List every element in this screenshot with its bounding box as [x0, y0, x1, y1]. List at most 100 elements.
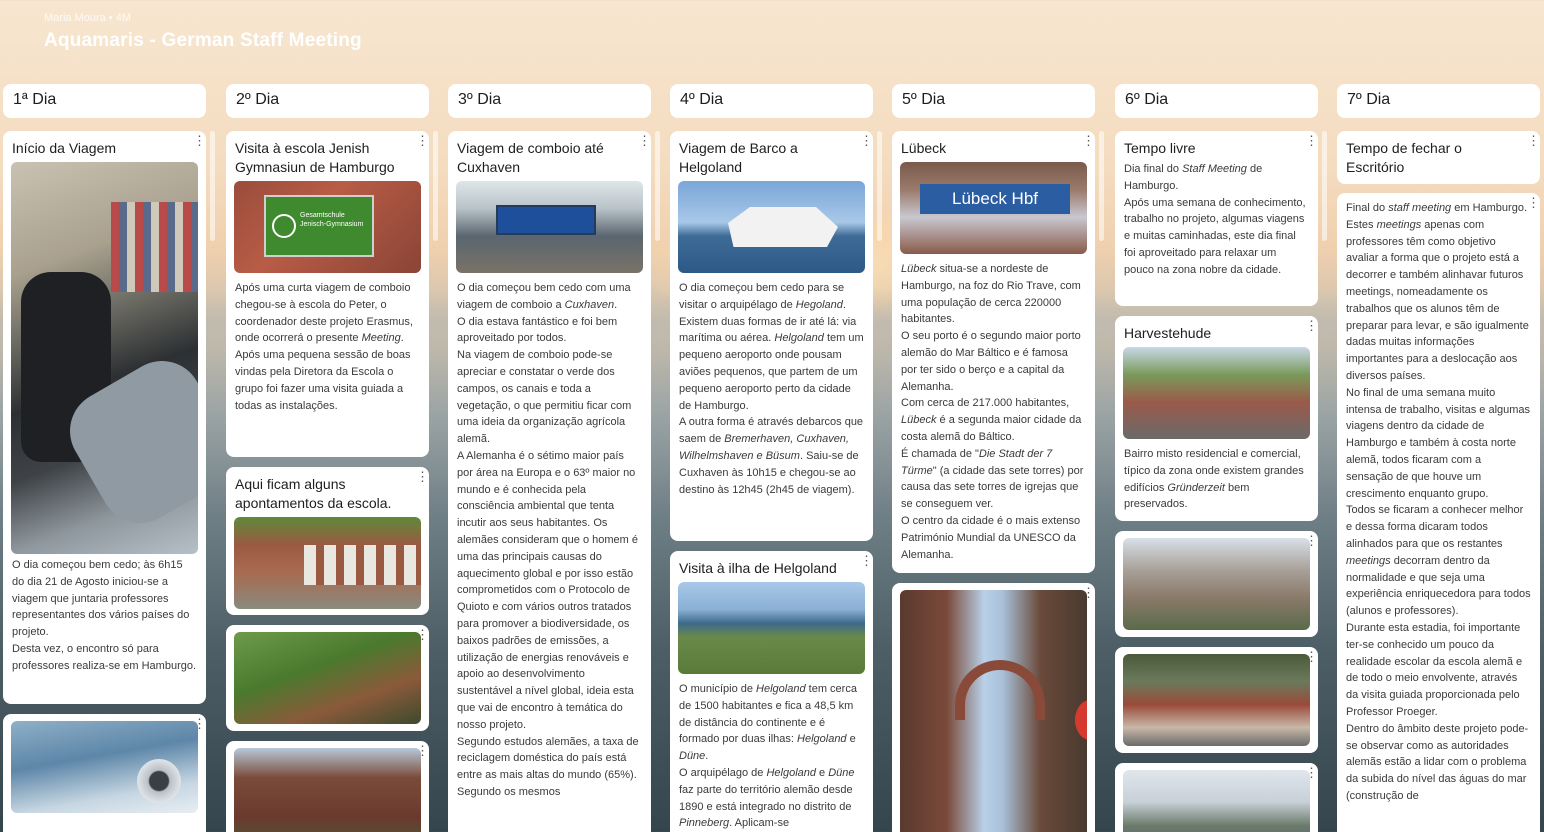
- post-body: O município de Helgoland tem cerca de 15…: [678, 681, 865, 832]
- photo-school-garden[interactable]: [234, 632, 421, 724]
- post-card[interactable]: ⋮ Início da Viagem O dia começou bem ced…: [3, 131, 206, 704]
- post-body: Bairro misto residencial e comercial, tí…: [1123, 446, 1310, 513]
- board-header: Maria Moura • 4M Aquamaris - German Staf…: [44, 12, 362, 52]
- paragraph: Todos se ficaram a conhecer melhor e des…: [1346, 504, 1531, 618]
- photo-ship[interactable]: [678, 181, 865, 273]
- post-card[interactable]: ⋮: [226, 625, 429, 731]
- paragraph: No final de uma semana muito intensa de …: [1346, 386, 1531, 500]
- photo-school-building[interactable]: [234, 517, 421, 609]
- post-card[interactable]: ⋮: [892, 583, 1095, 832]
- photo-backpack-airport[interactable]: [11, 162, 198, 554]
- photo-train-board[interactable]: [456, 181, 643, 273]
- post-card[interactable]: ⋮ Visita à escola Jenish Gymnasiun de Ha…: [226, 131, 429, 457]
- column-title[interactable]: 6º Dia: [1115, 84, 1318, 118]
- paragraph: O dia começou bem cedo para se visitar o…: [679, 282, 864, 412]
- paragraph: Bairro misto residencial e comercial, tí…: [1124, 448, 1304, 511]
- paragraph: O seu porto é o segundo maior porto alem…: [901, 330, 1081, 393]
- post-card[interactable]: ⋮ Final do staff meeting em Hamburgo. Es…: [1337, 193, 1540, 832]
- paragraph: O dia começou bem cedo; às 6h15 do dia 2…: [12, 559, 190, 639]
- paragraph: Desta vez, o encontro só para professore…: [12, 642, 197, 672]
- photo-school-sign[interactable]: Gesamtschule Jenisch-Gymnasium: [234, 181, 421, 273]
- paragraph: Final do staff meeting em Hamburgo.: [1346, 202, 1527, 214]
- scrollbar[interactable]: [655, 131, 660, 241]
- scrollbar[interactable]: [210, 131, 215, 241]
- post-title: Visita à ilha de Helgoland: [679, 560, 837, 576]
- column-title[interactable]: 2º Dia: [226, 84, 429, 118]
- paragraph: O dia estava fantástico e foi bem aprove…: [457, 315, 618, 345]
- more-vertical-icon[interactable]: ⋮: [638, 134, 651, 147]
- post-title: Viagem de Barco a Helgoland: [679, 140, 798, 175]
- photo-helgoland-island[interactable]: [678, 582, 865, 674]
- windows: [304, 545, 421, 585]
- post-body: Após uma curta viagem de comboio chegou-…: [234, 280, 421, 414]
- more-vertical-icon[interactable]: ⋮: [860, 134, 873, 147]
- departure-board: [496, 205, 596, 235]
- paragraph: Após uma curta viagem de comboio chegou-…: [235, 282, 413, 345]
- post-card[interactable]: ⋮: [1115, 647, 1318, 753]
- more-vertical-icon[interactable]: ⋮: [1305, 134, 1318, 147]
- column-day-5: 5º Dia ⋮ Lübeck Lübeck Hbf Lübeck situa-…: [892, 84, 1095, 832]
- more-vertical-icon[interactable]: ⋮: [860, 554, 873, 567]
- scrollbar[interactable]: [1099, 131, 1104, 241]
- photo-school-house[interactable]: [234, 748, 421, 832]
- photo-market[interactable]: [1123, 654, 1310, 746]
- post-title: Início da Viagem: [12, 140, 117, 156]
- arch-shape: [955, 660, 1045, 720]
- board-owner[interactable]: Maria Moura • 4M: [44, 12, 362, 24]
- post-body: Dia final do Staff Meeting de Hamburgo. …: [1123, 161, 1310, 279]
- more-vertical-icon[interactable]: ⋮: [416, 470, 429, 483]
- post-title: Aqui ficam alguns apontamentos da escola…: [235, 476, 392, 511]
- column-title[interactable]: 4º Dia: [670, 84, 873, 118]
- more-vertical-icon[interactable]: ⋮: [1527, 196, 1540, 209]
- post-title: Tempo livre: [1124, 140, 1196, 156]
- column-title[interactable]: 1ª Dia: [3, 84, 206, 118]
- more-vertical-icon[interactable]: ⋮: [416, 134, 429, 147]
- post-title: Harvestehude: [1124, 325, 1212, 341]
- post-card[interactable]: ⋮ Aqui ficam alguns apontamentos da esco…: [226, 467, 429, 615]
- scrollbar[interactable]: [877, 131, 882, 241]
- photo-harvestehude-buildings[interactable]: [1123, 538, 1310, 630]
- photo-lubeck-alley[interactable]: [900, 590, 1087, 832]
- post-card[interactable]: ⋮: [3, 714, 206, 832]
- paragraph: O município de Helgoland tem cerca de 15…: [679, 683, 857, 763]
- post-card[interactable]: ⋮ Lübeck Lübeck Hbf Lübeck situa-se a no…: [892, 131, 1095, 573]
- more-vertical-icon[interactable]: ⋮: [193, 134, 206, 147]
- post-card[interactable]: ⋮ Viagem de Barco a Helgoland O dia come…: [670, 131, 873, 541]
- post-card[interactable]: ⋮ Viagem de comboio até Cuxhaven O dia c…: [448, 131, 651, 832]
- column-day-1: 1ª Dia ⋮ Início da Viagem O dia começou …: [3, 84, 206, 832]
- paragraph: A outra forma é através debarcos que sae…: [679, 416, 864, 496]
- post-card[interactable]: ⋮: [1115, 763, 1318, 832]
- post-card[interactable]: ⋮ Visita à ilha de Helgoland O município…: [670, 551, 873, 832]
- paragraph: Lübeck situa-se a nordeste de Hamburgo, …: [901, 263, 1081, 326]
- school-logo: [272, 214, 296, 238]
- paragraph: Dia final do Staff Meeting de Hamburgo.: [1124, 163, 1263, 192]
- photo-airplane-window[interactable]: [11, 721, 198, 813]
- post-card[interactable]: ⋮ Tempo livre Dia final do Staff Meeting…: [1115, 131, 1318, 306]
- photo-lubeck-station[interactable]: Lübeck Hbf: [900, 162, 1087, 254]
- paragraph: É chamada de "Die Stadt der 7 Türme" (a …: [901, 447, 1084, 511]
- paragraph: Com cerca de 217.000 habitantes, Lübeck …: [901, 397, 1082, 443]
- post-body: O dia começou bem cedo; às 6h15 do dia 2…: [11, 557, 198, 675]
- photo-alster-lake[interactable]: [1123, 770, 1310, 832]
- more-vertical-icon[interactable]: ⋮: [1527, 134, 1540, 147]
- board-title: Aquamaris - German Staff Meeting: [44, 30, 362, 51]
- more-vertical-icon[interactable]: ⋮: [1082, 134, 1095, 147]
- post-card[interactable]: ⋮ Harvestehude Bairro misto residencial …: [1115, 316, 1318, 521]
- post-title: Viagem de comboio até Cuxhaven: [457, 140, 604, 175]
- post-title: Tempo de fechar o Escritório: [1346, 140, 1462, 175]
- scrollbar[interactable]: [1322, 131, 1327, 241]
- post-body: O dia começou bem cedo para se visitar o…: [678, 280, 865, 498]
- column-title[interactable]: 5º Dia: [892, 84, 1095, 118]
- post-card[interactable]: ⋮: [226, 741, 429, 832]
- column-day-2: 2º Dia ⋮ Visita à escola Jenish Gymnasiu…: [226, 84, 429, 832]
- post-title: Lübeck: [901, 140, 947, 156]
- photo-harvestehude-street[interactable]: [1123, 347, 1310, 439]
- more-vertical-icon[interactable]: ⋮: [1305, 319, 1318, 332]
- post-card[interactable]: ⋮: [1115, 531, 1318, 637]
- scrollbar[interactable]: [433, 131, 438, 241]
- column-title[interactable]: 3º Dia: [448, 84, 651, 118]
- paragraph: A Alemanha é o sétimo maior país por áre…: [457, 449, 638, 731]
- post-card[interactable]: ⋮ Tempo de fechar o Escritório: [1337, 131, 1540, 184]
- column-title[interactable]: 7º Dia: [1337, 84, 1540, 118]
- shop-shelves: [111, 202, 198, 292]
